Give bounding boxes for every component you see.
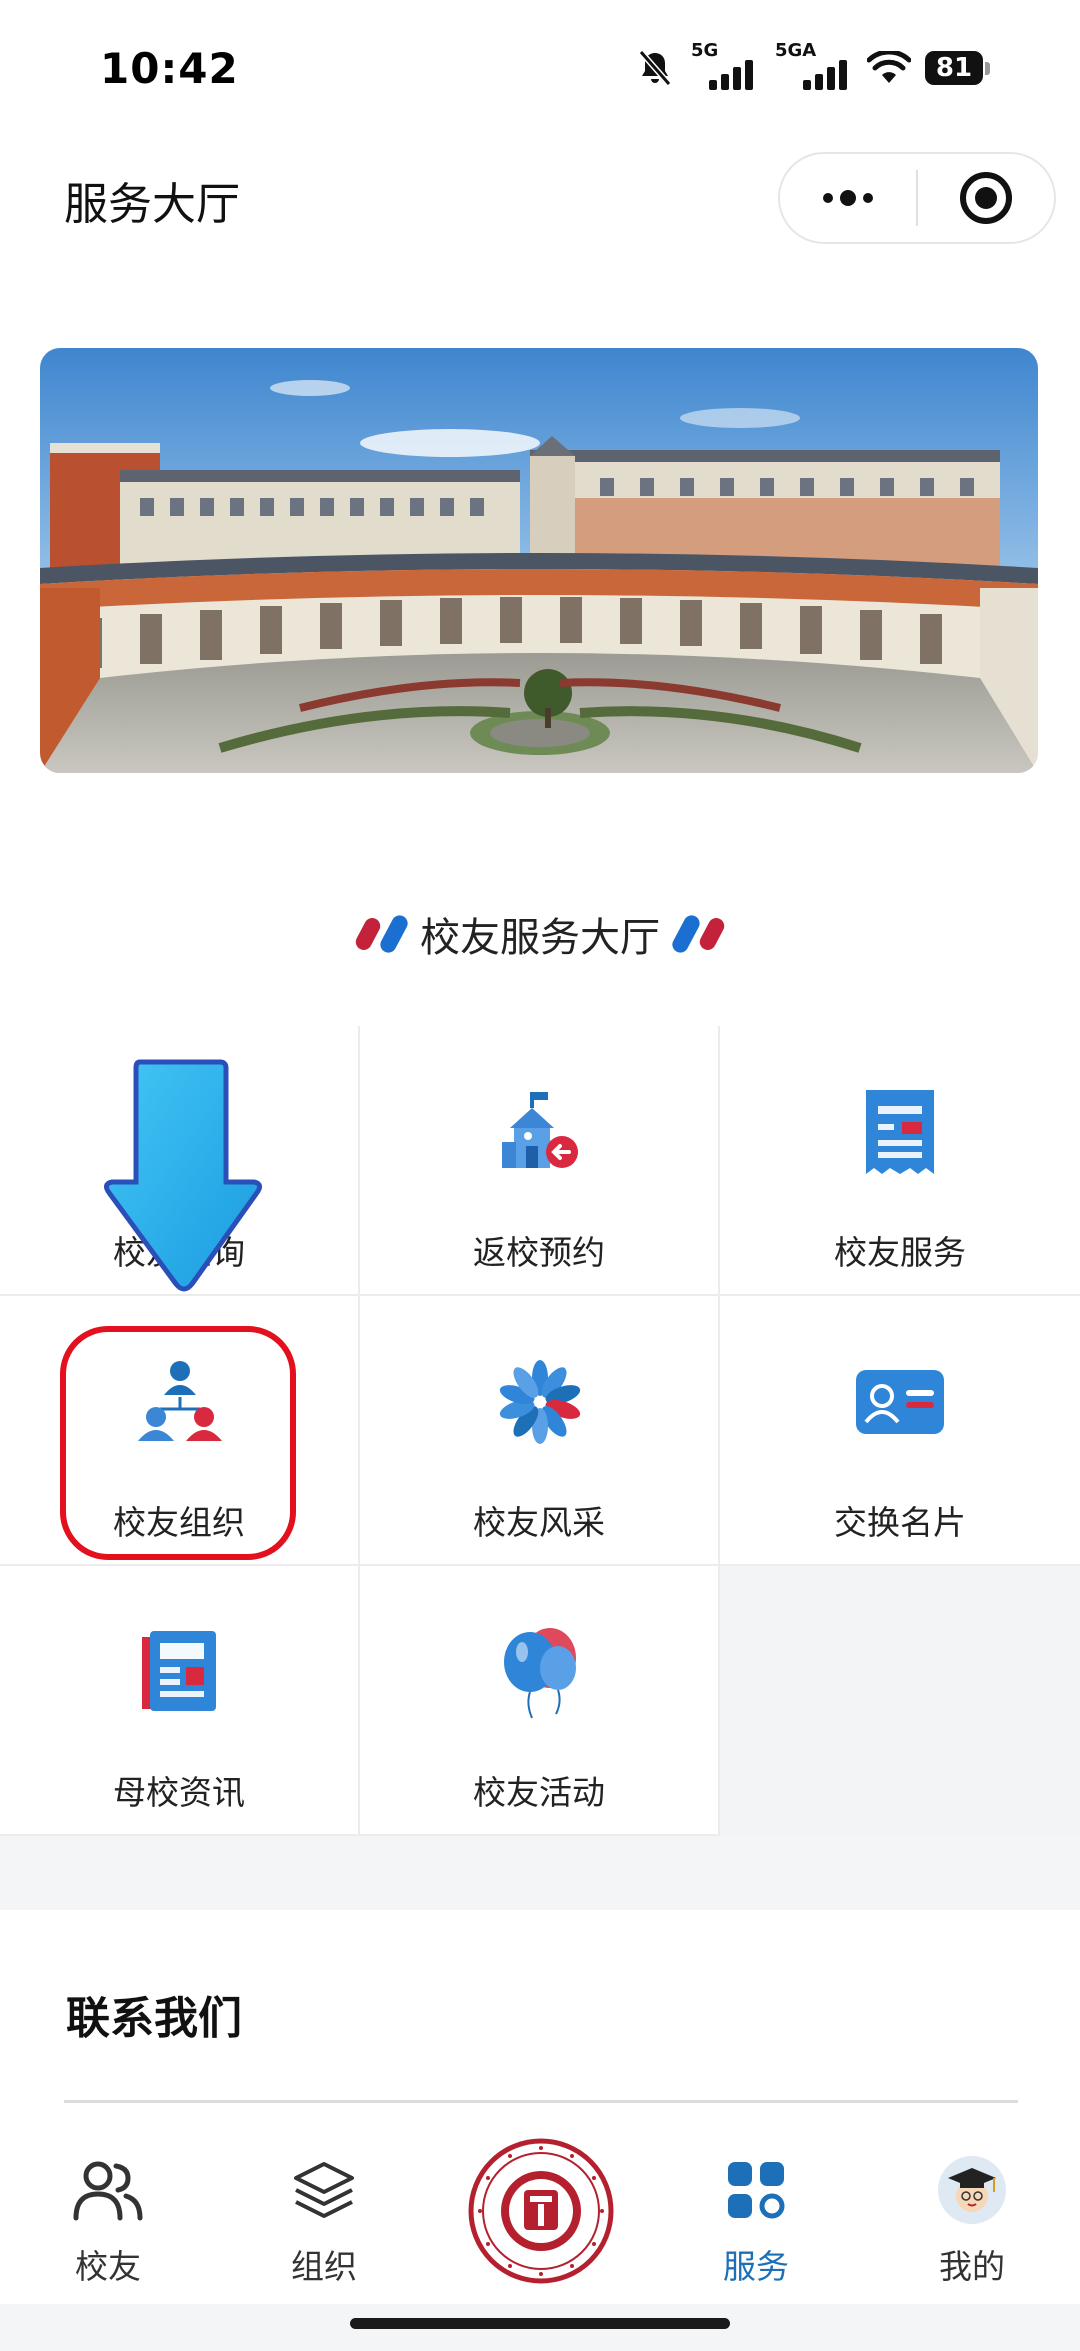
target-circle-icon [959,172,1012,224]
signal-bars-icon [803,60,847,90]
tab-mine[interactable]: 我的 [864,2110,1080,2310]
tab-label: 我的 [939,2247,1005,2286]
people-icon [70,2152,146,2228]
campus-building-illustration [40,348,1038,773]
status-bar: 10:42 5G 5GA 81 [0,0,1080,140]
mini-program-capsule [778,152,1056,244]
service-label: 返校预约 [473,1233,605,1272]
battery-indicator: 81 [925,51,990,85]
mute-bell-icon [638,50,672,86]
service-label: 校友服务 [834,1233,966,1272]
service-label: 母校资讯 [113,1773,245,1812]
pointer-arrow-down-icon [104,1059,262,1292]
school-return-icon [490,1082,590,1182]
more-dots-icon [823,190,873,206]
pinwheel-icon [490,1352,590,1452]
highlight-ring [60,1326,296,1560]
section-title-text: 校友服务大厅 [420,915,660,961]
service-label: 交换名片 [834,1503,966,1542]
signal-5g: 5G [689,40,759,90]
close-miniprogram-button[interactable] [918,154,1054,242]
nav-bar: 服务大厅 [0,140,1080,258]
campus-banner-image[interactable] [40,348,1038,773]
service-alumni-showcase[interactable]: 校友风采 [360,1296,720,1566]
receipt-icon [850,1082,950,1182]
tab-alumni[interactable]: 校友 [0,2110,216,2310]
deco-blue-pill [669,912,703,956]
signal-5ga: 5GA [773,40,853,90]
newspaper-icon [130,1622,230,1722]
service-return-booking[interactable]: 返校预约 [360,1026,720,1296]
status-icons: 5G 5GA 81 [635,40,990,92]
service-alumni-service[interactable]: 校友服务 [720,1026,1080,1296]
network-5ga-label: 5GA [775,40,817,61]
page-title: 服务大厅 [64,179,240,230]
tab-label: 组织 [291,2247,357,2286]
bottom-tab-bar: 校友 组织 服务 我的 [0,2110,1080,2310]
balloons-icon [490,1622,590,1722]
network-5g-label: 5G [691,40,719,61]
battery-cap [985,61,990,75]
contact-divider [64,2100,1018,2103]
tab-service[interactable]: 服务 [648,2110,864,2310]
tab-label: 校友 [75,2247,141,2286]
contact-title: 联系我们 [66,1993,242,2044]
service-label: 校友活动 [473,1773,605,1812]
tab-organization[interactable]: 组织 [216,2110,432,2310]
status-time: 10:42 [100,44,239,93]
more-button[interactable] [780,154,916,242]
empty-grid-slot [720,1566,1080,1836]
deco-red-pill [696,915,728,953]
university-seal-logo[interactable] [468,2138,614,2284]
section-separator [0,1836,1080,1910]
signal-bars-icon [709,60,753,90]
deco-red-pill [352,915,384,953]
battery-level: 81 [925,51,983,85]
grid-apps-icon [718,2152,794,2228]
service-exchange-card[interactable]: 交换名片 [720,1296,1080,1566]
title-decoration-right [669,912,728,956]
wifi-icon [867,51,911,83]
business-card-icon [850,1352,950,1452]
service-school-news[interactable]: 母校资讯 [0,1566,360,1836]
service-label: 校友风采 [473,1503,605,1542]
deco-blue-pill [377,912,411,956]
section-title: 校友服务大厅 [0,902,1080,966]
title-decoration-left [352,912,411,956]
tab-label: 服务 [723,2247,789,2286]
layers-icon [286,2152,362,2228]
avatar-graduate-icon [934,2152,1010,2228]
service-alumni-events[interactable]: 校友活动 [360,1566,720,1836]
home-indicator[interactable] [350,2318,730,2329]
